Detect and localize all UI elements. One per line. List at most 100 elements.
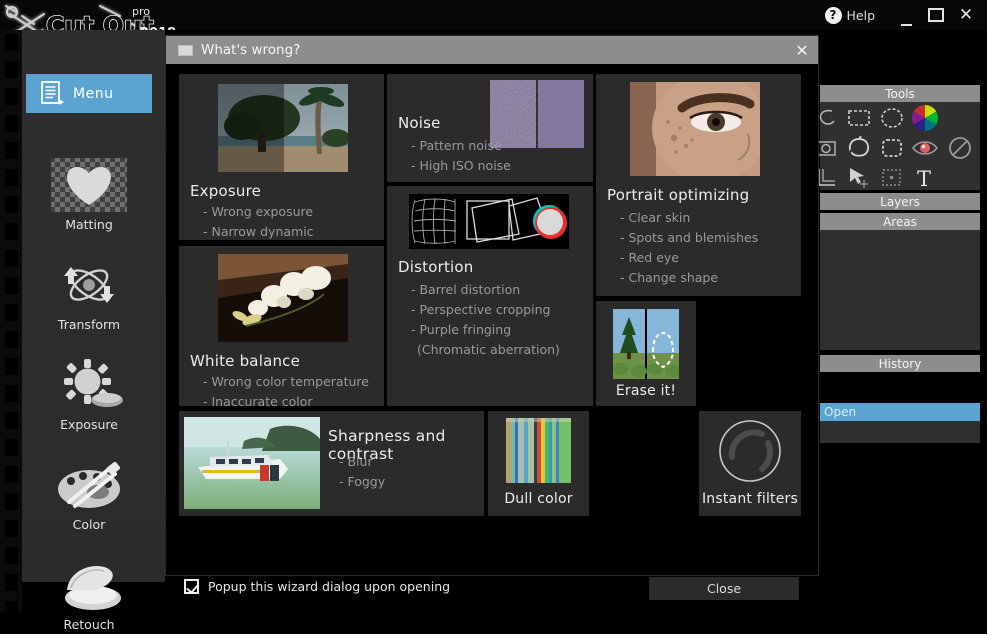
card-exposure[interactable]: Exposure - Wrong exposure - Narrow dynam… [179, 74, 384, 240]
filmstrip-perforation [5, 115, 18, 132]
card-instant-filters[interactable]: Instant filters [699, 411, 801, 516]
window-close-button[interactable]: ✕ [951, 0, 981, 30]
card-item: - Red eye [620, 250, 679, 265]
transform-box-tool-icon[interactable] [877, 164, 907, 192]
card-title: Instant filters [701, 491, 799, 507]
popup-wizard-checkbox[interactable]: Popup this wizard dialog upon opening [184, 579, 450, 594]
close-button[interactable]: Close [649, 577, 799, 600]
svg-text:pro: pro [132, 5, 150, 18]
sidebar-item-label: Retouch [63, 617, 115, 632]
sun-icon [50, 355, 128, 415]
card-title: Erase it! [615, 383, 677, 399]
history-panel-header: History [820, 355, 980, 372]
card-item: - Blur [339, 454, 373, 469]
filmstrip-perforation [5, 574, 18, 591]
ellipse-marquee-tool-icon[interactable] [877, 104, 907, 132]
text-tool-icon[interactable]: T [910, 164, 940, 192]
filmstrip-perforation [5, 277, 18, 294]
move-tool-icon[interactable] [844, 164, 874, 192]
areas-panel-header: Areas [820, 213, 980, 230]
color-wheel-tool-icon[interactable] [910, 104, 940, 132]
card-item: - Purple fringing [411, 322, 512, 337]
card-item: - Foggy [339, 474, 386, 489]
card-noise[interactable]: Noise - Pattern noise - High ISO noise [387, 74, 593, 182]
filmstrip-perforation [5, 34, 18, 51]
sidebar-item-label: Color [72, 517, 106, 532]
sidebar-item-transform[interactable]: Transform [26, 255, 152, 332]
card-item: - High ISO noise [411, 158, 511, 173]
whats-wrong-dialog: What's wrong? ✕ Exposure - Wrong exposur… [165, 35, 819, 600]
card-distortion[interactable]: Distortion - Barrel distortion - Perspec… [387, 186, 593, 406]
card-portrait-optimizing[interactable]: Portrait optimizing - Clear skin - Spots… [596, 74, 801, 296]
tree-erase-pair [613, 309, 679, 379]
sidebar-item-label: Transform [57, 317, 121, 332]
color-stripes-swatch [506, 418, 571, 483]
filmstrip-perforation [5, 142, 18, 159]
card-title: Noise [398, 114, 441, 132]
red-eye-tool-icon[interactable] [910, 134, 940, 162]
card-item: - Narrow dynamic [203, 224, 314, 239]
white-orchid-photo [218, 254, 348, 342]
menu-label: Menu [73, 85, 114, 102]
minimize-button[interactable] [891, 0, 921, 34]
card-white-balance[interactable]: White balance - Wrong color temperature … [179, 246, 384, 409]
filmstrip-perforation [5, 547, 18, 564]
card-item: - Inaccurate color [203, 394, 313, 409]
filmstrip-perforation [5, 223, 18, 240]
sidebar-item-retouch[interactable]: Retouch [26, 555, 152, 632]
areas-panel-body[interactable] [820, 230, 980, 350]
filmstrip-perforation [5, 88, 18, 105]
layers-panel-header: Layers [820, 193, 980, 210]
filmstrip-perforation [5, 358, 18, 375]
filmstrip-perforation [5, 169, 18, 186]
window-icon [178, 44, 193, 56]
history-item-open[interactable]: Open [820, 403, 980, 421]
card-item: - Perspective cropping [411, 302, 551, 317]
face-closeup-photo [630, 82, 760, 176]
card-item: - Spots and blemishes [620, 230, 759, 245]
palette-brush-icon [49, 455, 129, 515]
card-title: White balance [190, 352, 301, 370]
sidebar-item-exposure[interactable]: Exposure [26, 355, 152, 432]
speedboat-photo [184, 417, 320, 509]
sidebar-item-color[interactable]: Color [26, 455, 152, 532]
dialog-close-icon[interactable]: ✕ [792, 40, 812, 60]
document-list-icon [41, 81, 64, 105]
filmstrip-perforation [5, 61, 18, 78]
dialog-title: What's wrong? [201, 42, 301, 58]
filmstrip-decoration [0, 30, 22, 618]
title-bar: Cut Out pro 2018 ? Help ✕ [0, 0, 987, 44]
filmstrip-perforation [5, 304, 18, 321]
rect-marquee-tool-icon[interactable] [844, 104, 874, 132]
sidebar-item-matting[interactable]: Matting [26, 155, 152, 232]
card-sharpness-and-contrast[interactable]: Sharpness and contrast - Blur - Foggy [179, 411, 484, 516]
help-button[interactable]: ? Help [824, 6, 876, 24]
right-panel: Tools T Layers Areas History Open [815, 30, 987, 612]
lens-circle-icon [712, 417, 788, 485]
filmstrip-perforation [5, 412, 18, 429]
selection-transform-tool-icon[interactable] [877, 134, 907, 162]
card-item: - Barrel distortion [411, 282, 521, 297]
filmstrip-perforation [5, 493, 18, 510]
card-item: (Chromatic aberration) [417, 342, 560, 357]
card-dull-color[interactable]: Dull color [488, 411, 589, 516]
filmstrip-perforation [5, 331, 18, 348]
rotate-3d-icon [50, 255, 128, 315]
card-item: - Change shape [620, 270, 719, 285]
maximize-button[interactable] [921, 0, 951, 30]
card-erase-it[interactable]: Erase it! [596, 301, 696, 406]
menu-button[interactable]: Menu [26, 74, 152, 113]
card-item: - Pattern noise [411, 138, 502, 153]
filmstrip-perforation [5, 466, 18, 483]
filmstrip-perforation [5, 520, 18, 537]
no-tool-icon[interactable] [945, 134, 975, 162]
left-sidebar: Menu Matting Transform Exposure Color Re… [22, 30, 165, 632]
filmstrip-perforation [5, 196, 18, 213]
help-label: Help [846, 7, 876, 23]
history-panel-body [820, 421, 980, 443]
distortion-diagram [409, 194, 569, 249]
stamp-tool-icon[interactable] [844, 134, 874, 162]
card-item: - Clear skin [620, 210, 691, 225]
filmstrip-perforation [5, 385, 18, 402]
heart-transparency-icon [50, 155, 128, 215]
